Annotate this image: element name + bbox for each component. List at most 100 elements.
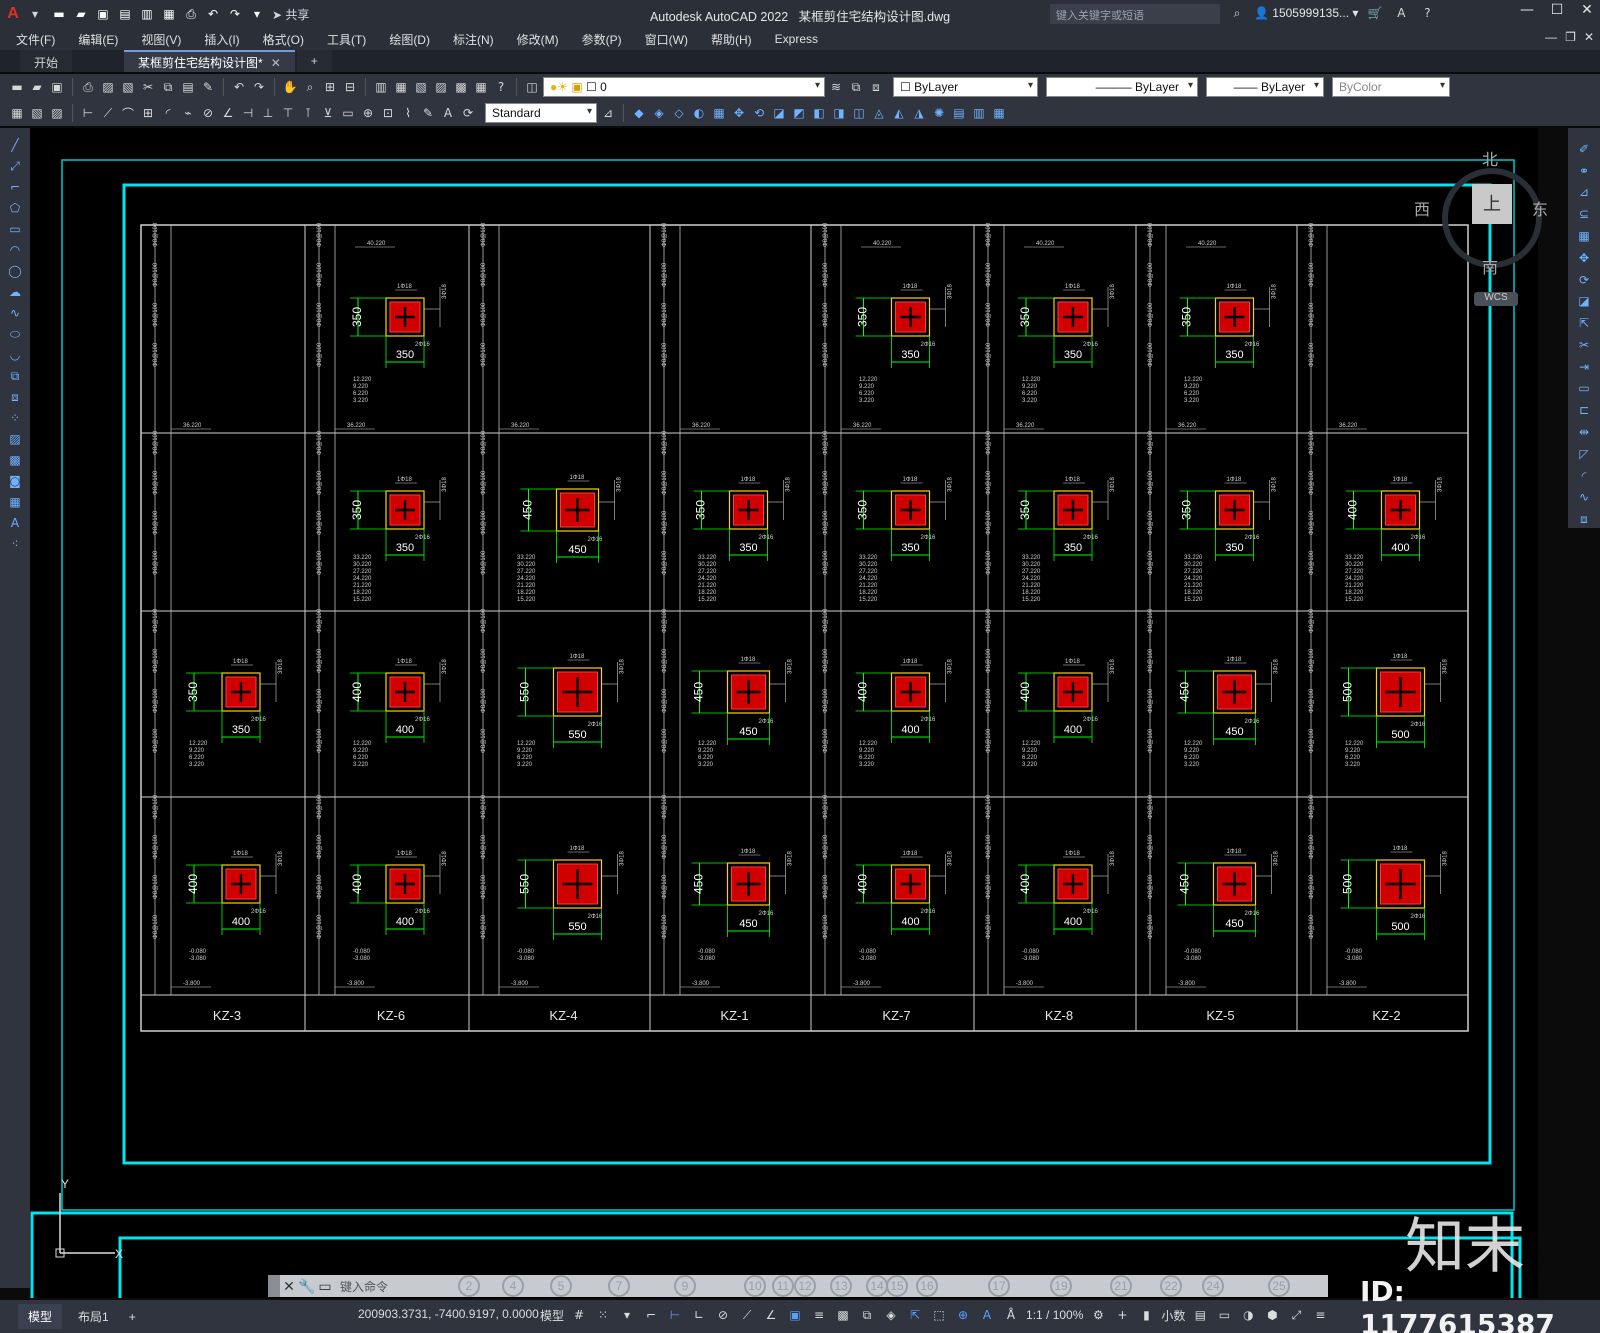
menu-express[interactable]: Express bbox=[775, 32, 818, 46]
join-icon[interactable]: ⇹ bbox=[1575, 423, 1593, 441]
dim-baseline-icon[interactable]: ⊥ bbox=[259, 104, 277, 122]
dim-arc-icon[interactable]: ⌒ bbox=[119, 104, 137, 122]
jogged-linear-icon[interactable]: ⌇ bbox=[399, 104, 417, 122]
transparency-icon[interactable]: ▩ bbox=[834, 1306, 852, 1324]
explode-icon[interactable]: ✺ bbox=[930, 104, 948, 122]
dim-linear-icon[interactable]: ⊢ bbox=[79, 104, 97, 122]
undo-icon[interactable]: ↶ bbox=[230, 78, 248, 96]
minimize-icon[interactable]: — bbox=[1518, 2, 1536, 18]
save-icon[interactable]: ▣ bbox=[48, 78, 66, 96]
dim-edit-icon[interactable]: ✎ bbox=[419, 104, 437, 122]
coordinates-readout[interactable]: 200903.3731, -7400.9197, 0.0000 bbox=[358, 1307, 539, 1321]
layer-properties-icon[interactable]: ◫ bbox=[523, 78, 541, 96]
search-icon[interactable]: ⌕ bbox=[1228, 4, 1246, 22]
menu-file[interactable]: 文件(F) bbox=[16, 31, 55, 48]
menu-draw[interactable]: 绘图(D) bbox=[389, 31, 430, 48]
tab-layout1[interactable]: 布局1 bbox=[68, 1304, 119, 1329]
hatch-icon[interactable]: ▨ bbox=[6, 430, 24, 448]
linetype-dropdown[interactable]: ——— ByLayer bbox=[1046, 77, 1198, 97]
selection-cycling-icon[interactable]: ⧉ bbox=[858, 1306, 876, 1324]
web-save-icon[interactable]: ▦ bbox=[160, 5, 178, 23]
layer-previous-icon[interactable]: ⧉ bbox=[847, 78, 865, 96]
ellipse-arc-icon[interactable]: ◡ bbox=[6, 346, 24, 364]
dimstyle-icon[interactable]: ⊿ bbox=[599, 104, 617, 122]
recent-commands-icon[interactable]: ▭ bbox=[316, 1278, 334, 1295]
save-as-icon[interactable]: ▤ bbox=[116, 5, 134, 23]
selection-filter-icon[interactable]: ⬚ bbox=[930, 1306, 948, 1324]
dimstyle-dropdown[interactable]: Standard bbox=[485, 103, 597, 123]
annotation-monitor-icon[interactable]: + bbox=[1113, 1306, 1131, 1324]
wcs-menu[interactable]: WCS bbox=[1474, 292, 1518, 306]
explode-icon[interactable]: ⧈ bbox=[1575, 510, 1593, 528]
share-button[interactable]: ➤ 共享 bbox=[272, 6, 309, 23]
dim-update-icon[interactable]: ⟳ bbox=[459, 104, 477, 122]
customization-icon[interactable]: ≡ bbox=[1311, 1306, 1329, 1324]
web-open-icon[interactable]: ▥ bbox=[138, 5, 156, 23]
table-icon[interactable]: ▦ bbox=[6, 493, 24, 511]
menu-window[interactable]: 窗口(W) bbox=[645, 31, 688, 48]
clean-screen-icon[interactable]: ⤢ bbox=[1287, 1306, 1305, 1324]
object-snap-icon[interactable]: ▣ bbox=[786, 1306, 804, 1324]
dim-continue-icon[interactable]: ⊤ bbox=[279, 104, 297, 122]
mtext-icon[interactable]: A bbox=[6, 514, 24, 532]
insert-block-icon[interactable]: ⧉ bbox=[6, 367, 24, 385]
units-icon[interactable]: ▮ bbox=[1137, 1306, 1155, 1324]
match-properties-icon[interactable]: ✎ bbox=[199, 78, 217, 96]
offset-icon[interactable]: ⊆ bbox=[1575, 205, 1593, 223]
lineweight-icon[interactable]: ≡ bbox=[810, 1306, 828, 1324]
circle-icon[interactable]: ◯ bbox=[6, 262, 24, 280]
plot-icon[interactable]: ⎙ bbox=[182, 5, 200, 23]
add-selected-icon[interactable]: ⁖ bbox=[6, 535, 24, 553]
new-icon[interactable]: ▬ bbox=[50, 5, 68, 23]
grid-icon[interactable]: # bbox=[570, 1306, 588, 1324]
gradient-icon[interactable]: ▩ bbox=[6, 451, 24, 469]
tab-model[interactable]: 模型 bbox=[18, 1304, 63, 1329]
add-layout-button[interactable]: + bbox=[119, 1306, 146, 1328]
close-icon[interactable]: ✕ bbox=[1578, 2, 1596, 18]
compass-west[interactable]: 西 bbox=[1414, 196, 1430, 220]
array-icon[interactable]: ▦ bbox=[1575, 227, 1593, 245]
gizmo-icon[interactable]: ⊕ bbox=[954, 1306, 972, 1324]
cart-icon[interactable]: 🛒 bbox=[1366, 4, 1384, 22]
save-icon[interactable]: ▣ bbox=[94, 5, 112, 23]
offset-icon[interactable]: ◐ bbox=[690, 104, 708, 122]
compass-east[interactable]: 东 bbox=[1532, 196, 1548, 220]
preview-icon[interactable]: ▨ bbox=[99, 78, 117, 96]
center-mark-icon[interactable]: ⊕ bbox=[359, 104, 377, 122]
infer-constraints-icon[interactable]: ⌐ bbox=[642, 1306, 660, 1324]
calculator-icon[interactable]: ▦ bbox=[472, 78, 490, 96]
object-snap-tracking-icon[interactable]: ∠ bbox=[762, 1306, 780, 1324]
point-icon[interactable]: ⁘ bbox=[6, 409, 24, 427]
layer-dropdown[interactable]: ●☀ ▣ ☐ 0 bbox=[543, 77, 825, 97]
erase-icon[interactable]: ✐ bbox=[1575, 140, 1593, 158]
dim-text-edit-icon[interactable]: A bbox=[439, 104, 457, 122]
trim-icon[interactable]: ◧ bbox=[810, 104, 828, 122]
zoom-window-icon[interactable]: ⊞ bbox=[321, 78, 339, 96]
tab-close-icon[interactable]: ✕ bbox=[271, 56, 281, 70]
viewcube-top-face[interactable]: 上 bbox=[1472, 184, 1512, 224]
tab-start[interactable]: 开始 bbox=[20, 50, 73, 72]
plotstyle-dropdown[interactable]: ByColor bbox=[1332, 77, 1450, 97]
model-space-canvas[interactable]: KZ-3 Φ8@100 Φ8@100 Φ8@100 Φ8@100 Φ8@100 Φ8@100… bbox=[30, 128, 1538, 1298]
lineweight-dropdown[interactable]: —— ByLayer bbox=[1206, 77, 1324, 97]
pan-icon[interactable]: ✋ bbox=[281, 78, 299, 96]
dropdown-icon[interactable]: ▾ bbox=[618, 1306, 636, 1324]
mirror-icon[interactable]: ⊿ bbox=[1575, 184, 1593, 202]
customize-icon[interactable]: ▾ bbox=[248, 5, 266, 23]
line-icon[interactable]: ╱ bbox=[6, 136, 24, 154]
redo-icon[interactable]: ↷ bbox=[226, 5, 244, 23]
command-line-grip[interactable] bbox=[268, 1275, 280, 1297]
rotate-icon[interactable]: ⟲ bbox=[750, 104, 768, 122]
viewcube[interactable]: 上 北 南 西 东 WCS bbox=[1414, 146, 1554, 306]
dynamic-ucs-icon[interactable]: ⇱ bbox=[906, 1306, 924, 1324]
a360-icon[interactable]: A bbox=[1392, 4, 1410, 22]
make-current-layer-icon[interactable]: ≋ bbox=[827, 78, 845, 96]
arc-icon[interactable]: ◠ bbox=[6, 241, 24, 259]
menu-parametric[interactable]: 参数(P) bbox=[582, 31, 622, 48]
menu-edit[interactable]: 编辑(E) bbox=[78, 31, 118, 48]
menu-tools[interactable]: 工具(T) bbox=[327, 31, 366, 48]
plot-icon[interactable]: ⎙ bbox=[79, 78, 97, 96]
publish-icon[interactable]: ▧ bbox=[119, 78, 137, 96]
customize-icon[interactable]: 🔧 bbox=[298, 1278, 316, 1295]
join-icon[interactable]: ◬ bbox=[870, 104, 888, 122]
